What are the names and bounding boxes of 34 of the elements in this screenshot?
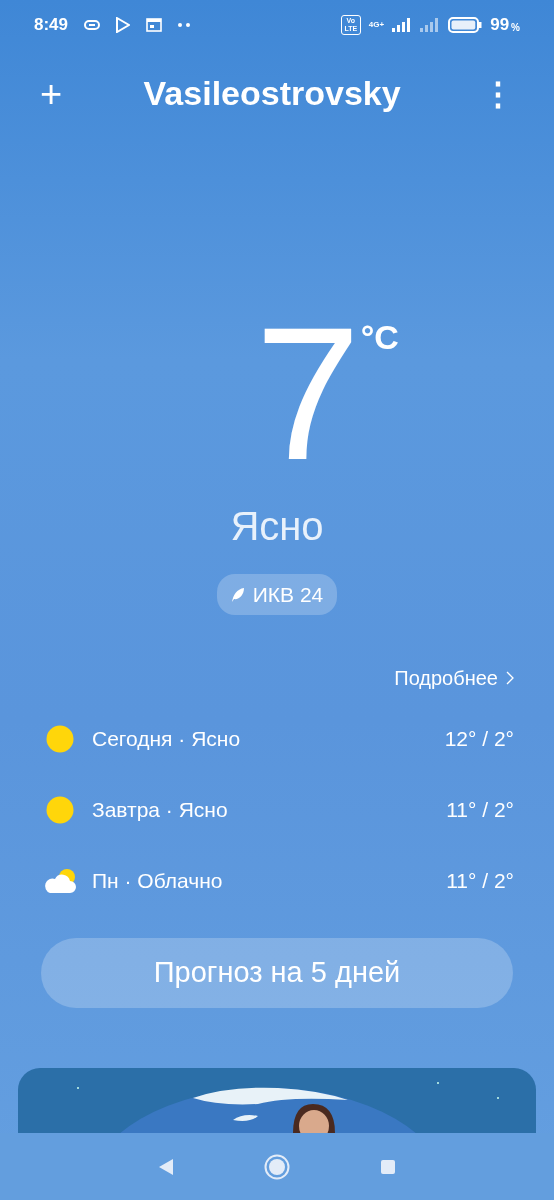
sun-icon [46, 724, 74, 753]
battery-percent: 99 [490, 14, 510, 37]
chevron-right-icon [506, 671, 514, 686]
forecast-temperature: 11° / 2° [446, 797, 514, 823]
link-icon [84, 19, 101, 30]
play-store-icon [116, 16, 131, 33]
details-link[interactable]: Подробнее [394, 663, 514, 694]
menu-button[interactable]: ⋮ [482, 77, 514, 110]
forecast-day: Сегодня · Ясно [92, 723, 241, 755]
network-type: 4G+ [368, 18, 385, 31]
forecast-temperature: 12° / 2° [444, 726, 514, 753]
city-name: Vasileostrovsky [143, 73, 401, 115]
battery-icon [448, 16, 483, 33]
air-quality-badge[interactable]: ИКВ 24 [216, 573, 338, 616]
signal-icon [392, 17, 413, 32]
partly-cloudy-icon [42, 867, 78, 894]
forecast-temperature: 11° / 2° [446, 867, 514, 894]
status-time: 8:49 [34, 14, 69, 37]
back-icon[interactable] [158, 1157, 174, 1176]
more-notifications-icon [178, 22, 191, 27]
temperature-unit: °C [360, 316, 399, 358]
weather-condition: Ясно [230, 502, 324, 550]
signal-icon [420, 17, 441, 32]
leaf-icon [230, 586, 245, 603]
temperature: 7 [255, 317, 361, 468]
calendar-icon [146, 17, 163, 32]
sun-icon [46, 795, 74, 824]
forecast-day: Пн · Облачно [92, 864, 223, 897]
forecast-button[interactable]: Прогноз на 5 дней [41, 938, 513, 1009]
percent-sign: % [511, 20, 520, 35]
recents-icon[interactable] [380, 1158, 396, 1175]
add-button[interactable]: + [40, 74, 63, 113]
forecast-day: Завтра · Ясно [92, 794, 228, 826]
home-icon[interactable] [264, 1153, 290, 1180]
